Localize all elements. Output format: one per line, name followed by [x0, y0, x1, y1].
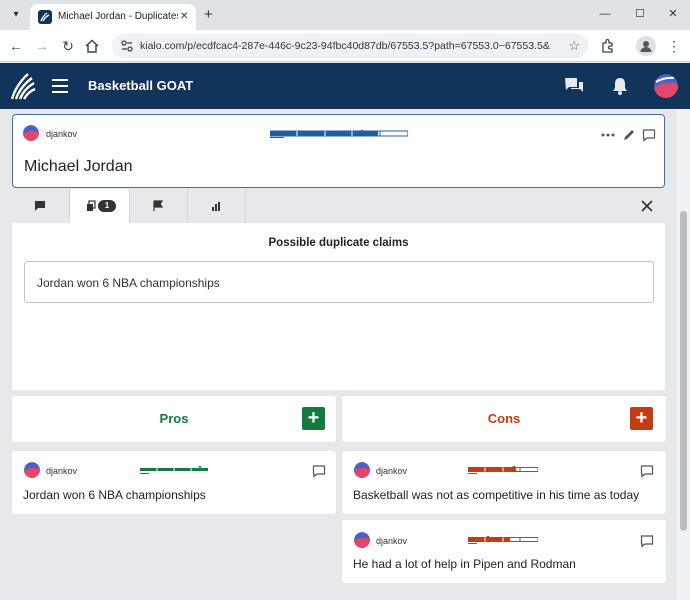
argument-text: He had a lot of help in Pipen and Rodman [353, 557, 576, 571]
edit-pencil-icon[interactable] [622, 128, 636, 142]
url-text: kialo.com/p/ecdfcac4-287e-446c-9c23-94fb… [140, 40, 550, 52]
browser-tab[interactable]: Michael Jordan - Duplicates | Ki ✕ [30, 4, 196, 30]
author-avatar[interactable] [23, 125, 39, 141]
more-options-icon[interactable] [601, 128, 615, 142]
duplicates-heading: Possible duplicate claims [268, 237, 409, 249]
kialo-logo-icon[interactable] [10, 71, 36, 101]
extensions-icon[interactable] [600, 38, 616, 54]
author-name[interactable]: djankov [376, 535, 407, 547]
argument-text: Jordan won 6 NBA championships [23, 488, 206, 502]
argument-text: Basketball was not as competitive in his… [353, 488, 640, 502]
reload-icon[interactable]: ↻ [58, 36, 78, 56]
maximize-icon[interactable]: ☐ [625, 6, 655, 22]
new-tab-icon[interactable]: + [204, 5, 213, 25]
tab-duplicates[interactable]: 1 [70, 189, 130, 223]
duplicates-panel: Possible duplicate claims Jordan won 6 N… [12, 223, 665, 390]
vote-distribution-bar[interactable] [140, 466, 208, 474]
window-close-icon[interactable]: ✕ [658, 6, 688, 22]
author-name[interactable]: djankov [46, 465, 77, 477]
con-argument-card[interactable]: djankov He had a lot of help in Pipen an… [342, 520, 666, 583]
comment-icon[interactable] [640, 464, 654, 478]
claim-card[interactable]: djankov Michael Jordan [12, 114, 665, 188]
duplicate-claim-text: Jordan won 6 NBA championships [37, 276, 220, 290]
site-info-icon[interactable] [120, 39, 134, 53]
menu-icon[interactable] [52, 79, 68, 93]
claim-panel-tabs: 1 [12, 189, 665, 223]
author-name[interactable]: djankov [376, 465, 407, 477]
bar-chart-icon [212, 202, 220, 211]
author-name[interactable]: djankov [46, 128, 77, 140]
pros-label: Pros [159, 411, 189, 426]
browser-tab-strip: ▾ Michael Jordan - Duplicates | Ki ✕ + —… [0, 0, 690, 30]
add-con-button[interactable]: + [630, 407, 653, 430]
comment-icon [35, 201, 45, 211]
pros-column-header: Pros + [12, 396, 336, 442]
avatar-graphic [24, 462, 40, 478]
cons-label: Cons [487, 411, 521, 426]
comment-icon[interactable] [640, 534, 654, 548]
home-icon[interactable] [84, 38, 100, 54]
avatar-graphic [654, 74, 678, 98]
con-argument-card[interactable]: djankov Basketball was not as competitiv… [342, 451, 666, 514]
flag-icon [153, 200, 164, 211]
claim-title: Michael Jordan [24, 158, 133, 175]
author-avatar[interactable] [24, 462, 40, 478]
kialo-favicon-icon [38, 10, 52, 24]
tab-title: Michael Jordan - Duplicates | Ki [58, 11, 178, 22]
tab-comments[interactable] [12, 189, 70, 223]
add-pro-button[interactable]: + [302, 407, 325, 430]
user-avatar[interactable] [654, 74, 678, 98]
duplicate-count-badge: 1 [98, 200, 116, 212]
app-header: Basketball GOAT [0, 63, 690, 109]
close-panel-icon[interactable] [640, 199, 654, 213]
vote-distribution-bar[interactable] [468, 466, 538, 474]
page-scrollbar[interactable] [677, 109, 690, 600]
profile-icon[interactable] [636, 36, 656, 56]
person-icon [640, 41, 652, 52]
comment-icon[interactable] [642, 128, 656, 142]
browser-menu-icon[interactable]: ⋮ [664, 36, 684, 56]
cons-column-header: Cons + [342, 396, 666, 442]
vote-distribution-bar[interactable] [468, 536, 538, 544]
discussion-title[interactable]: Basketball GOAT [88, 77, 193, 95]
back-icon[interactable]: ← [6, 36, 26, 56]
avatar-graphic [354, 462, 370, 478]
tab-close-icon[interactable]: ✕ [180, 9, 188, 25]
tab-search-icon[interactable]: ▾ [6, 6, 26, 24]
tab-statistics[interactable] [188, 189, 246, 223]
author-avatar[interactable] [354, 462, 370, 478]
duplicate-claim-item[interactable]: Jordan won 6 NBA championships [24, 261, 654, 303]
bookmark-star-icon[interactable]: ☆ [568, 37, 580, 55]
forward-icon[interactable]: → [32, 36, 52, 56]
notification-bell-icon[interactable] [610, 77, 630, 95]
avatar-graphic [23, 125, 39, 141]
vote-distribution-bar[interactable] [270, 130, 408, 138]
minimize-icon[interactable]: — [590, 6, 620, 22]
pro-argument-card[interactable]: djankov Jordan won 6 NBA championships [12, 451, 336, 514]
comment-icon[interactable] [312, 464, 326, 478]
duplicate-icon [87, 200, 96, 211]
chat-icon[interactable] [564, 77, 584, 95]
avatar-graphic [354, 532, 370, 548]
address-bar-row: ← → ↻ kialo.com/p/ecdfcac4-287e-446c-9c2… [0, 30, 690, 62]
scrollbar-thumb[interactable] [680, 211, 687, 531]
author-avatar[interactable] [354, 532, 370, 548]
url-field[interactable]: kialo.com/p/ecdfcac4-287e-446c-9c23-94fb… [112, 34, 588, 58]
tab-flags[interactable] [130, 189, 188, 223]
